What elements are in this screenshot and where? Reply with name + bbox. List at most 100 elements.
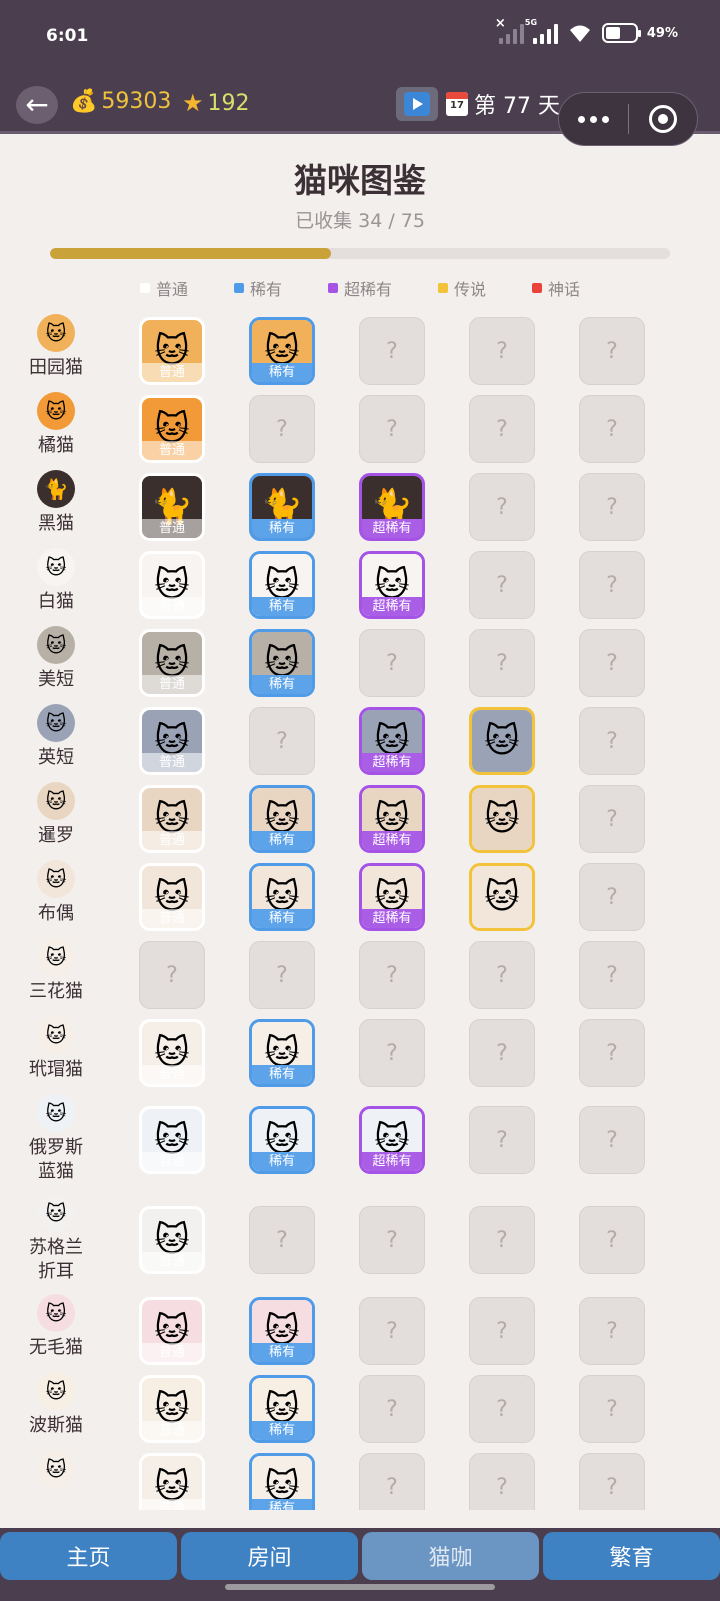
cat-row: 🐱 🐱 普通 🐱 稀有??? [0,1450,720,1510]
locked-card[interactable]: ? [469,941,535,1009]
locked-card[interactable]: ? [469,551,535,619]
cat-card-normal[interactable]: 🐱 普通 [139,551,205,619]
target-close-icon [648,105,677,133]
cat-card-normal[interactable]: 🐱 普通 [139,785,205,853]
locked-card[interactable]: ? [579,1206,645,1274]
cat-card-normal[interactable]: 🐱 普通 [139,1453,205,1510]
question-mark-icon: ? [606,416,618,442]
cat-card-normal[interactable]: 🐱 普通 [139,395,205,463]
locked-card[interactable]: ? [469,473,535,541]
cat-card-super[interactable]: 🐈 超稀有 [359,473,425,541]
nav-button-2[interactable]: 猫咖 [362,1532,539,1580]
video-ad-button[interactable] [396,87,438,121]
nav-button-0[interactable]: 主页 [0,1532,177,1580]
locked-card[interactable]: ? [579,1375,645,1443]
cat-card-rare[interactable]: 🐱 稀有 [249,1375,315,1443]
cat-card-legend[interactable]: 🐱传说 [469,863,535,931]
rarity-tag: 超稀有 [362,1152,422,1171]
locked-card[interactable]: ? [359,1453,425,1510]
locked-card[interactable]: ? [249,707,315,775]
locked-card[interactable]: ? [579,473,645,541]
locked-card[interactable]: ? [579,1106,645,1174]
locked-card[interactable]: ? [359,1019,425,1087]
cat-row: 🐱 波斯猫 🐱 普通 🐱 稀有??? [0,1372,720,1450]
back-button[interactable]: ← [16,86,58,124]
locked-card[interactable]: ? [579,941,645,1009]
cat-card-rare[interactable]: 🐱 稀有 [249,551,315,619]
cat-card-rare[interactable]: 🐱 稀有 [249,629,315,697]
locked-card[interactable]: ? [359,1375,425,1443]
close-miniprogram-button[interactable] [629,105,697,133]
locked-card[interactable]: ? [249,941,315,1009]
cat-card-legend[interactable]: 🐱传说 [469,785,535,853]
cat-card-super[interactable]: 🐱 超稀有 [359,707,425,775]
cat-card-rare[interactable]: 🐱 稀有 [249,1106,315,1174]
cat-card-normal[interactable]: 🐱 普通 [139,1375,205,1443]
locked-card[interactable]: ? [469,395,535,463]
locked-card[interactable]: ? [359,395,425,463]
collection-page[interactable]: 猫咪图鉴 已收集 34 / 75 普通 稀有 超稀有 传说 神话 🐱 田园猫 🐱 普通 🐱 稀有?… [0,134,720,1510]
locked-card[interactable]: ? [249,395,315,463]
siamese-cat-icon: 🐱 [37,782,75,820]
cat-card-rare[interactable]: 🐱 稀有 [249,1297,315,1365]
cat-card-normal[interactable]: 🐱 普通 [139,707,205,775]
cat-card-super[interactable]: 🐱 超稀有 [359,785,425,853]
cat-card-rare[interactable]: 🐱 稀有 [249,1453,315,1510]
cat-card-normal[interactable]: 🐱 普通 [139,1019,205,1087]
locked-card[interactable]: ? [469,1297,535,1365]
cat-breed-name: 黑猫 [38,513,74,534]
locked-card[interactable]: ? [579,1019,645,1087]
cat-card-normal[interactable]: 🐱 普通 [139,1206,205,1274]
locked-card[interactable]: ? [469,317,535,385]
cat-row: 🐱 橘猫 🐱 普通???? [0,392,720,470]
cat-card-rare[interactable]: 🐈 稀有 [249,473,315,541]
cat-card-super[interactable]: 🐱 超稀有 [359,1106,425,1174]
nav-button-1[interactable]: 房间 [181,1532,358,1580]
locked-card[interactable]: ? [359,1206,425,1274]
cat-card-super[interactable]: 🐱 超稀有 [359,863,425,931]
locked-card[interactable]: ? [359,941,425,1009]
cat-row: 🐱 俄罗斯 蓝猫 🐱 普通 🐱 稀有 🐱 超稀有?? [0,1094,720,1194]
locked-card[interactable]: ? [579,551,645,619]
locked-card[interactable]: ? [579,785,645,853]
cat-breed: 🐱 白猫 [20,548,92,614]
ragdoll-cat-icon: 🐱 [37,860,75,898]
cat-card-normal[interactable]: 🐱 普通 [139,1297,205,1365]
cat-card-rare[interactable]: 🐱 稀有 [249,1019,315,1087]
locked-card[interactable]: ? [469,629,535,697]
cat-card-rare[interactable]: 🐱 稀有 [249,863,315,931]
rarity-tag: 普通 [142,1343,202,1362]
locked-card[interactable]: ? [579,1297,645,1365]
locked-card[interactable]: ? [579,629,645,697]
locked-card[interactable]: ? [249,1206,315,1274]
locked-card[interactable]: ? [139,941,205,1009]
locked-card[interactable]: ? [579,317,645,385]
locked-card[interactable]: ? [579,863,645,931]
cat-card-normal[interactable]: 🐈 普通 [139,473,205,541]
locked-card[interactable]: ? [469,1106,535,1174]
locked-card[interactable]: ? [359,629,425,697]
cat-card-normal[interactable]: 🐱 普通 [139,629,205,697]
locked-card[interactable]: ? [579,1453,645,1510]
cat-row: 🐱 玳瑁猫 🐱 普通 🐱 稀有??? [0,1016,720,1094]
cat-card-super[interactable]: 🐱 超稀有 [359,551,425,619]
nav-button-3[interactable]: 繁育 [543,1532,720,1580]
locked-card[interactable]: ? [579,395,645,463]
locked-card[interactable]: ? [469,1453,535,1510]
question-mark-icon: ? [386,650,398,676]
cat-card-normal[interactable]: 🐱 普通 [139,863,205,931]
locked-card[interactable]: ? [469,1206,535,1274]
locked-card[interactable]: ? [359,1297,425,1365]
more-options-button[interactable] [559,115,628,123]
cat-card-normal[interactable]: 🐱 普通 [139,317,205,385]
cat-card-rare[interactable]: 🐱 稀有 [249,785,315,853]
cat-card-normal[interactable]: 🐱 普通 [139,1106,205,1174]
locked-card[interactable]: ? [469,1019,535,1087]
legend-color-swatch [438,283,448,293]
cat-card-legend[interactable]: 🐱传说 [469,707,535,775]
cat-card-rare[interactable]: 🐱 稀有 [249,317,315,385]
locked-card[interactable]: ? [359,317,425,385]
locked-card[interactable]: ? [469,1375,535,1443]
locked-card[interactable]: ? [579,707,645,775]
legend-item: 传说 [438,276,486,300]
